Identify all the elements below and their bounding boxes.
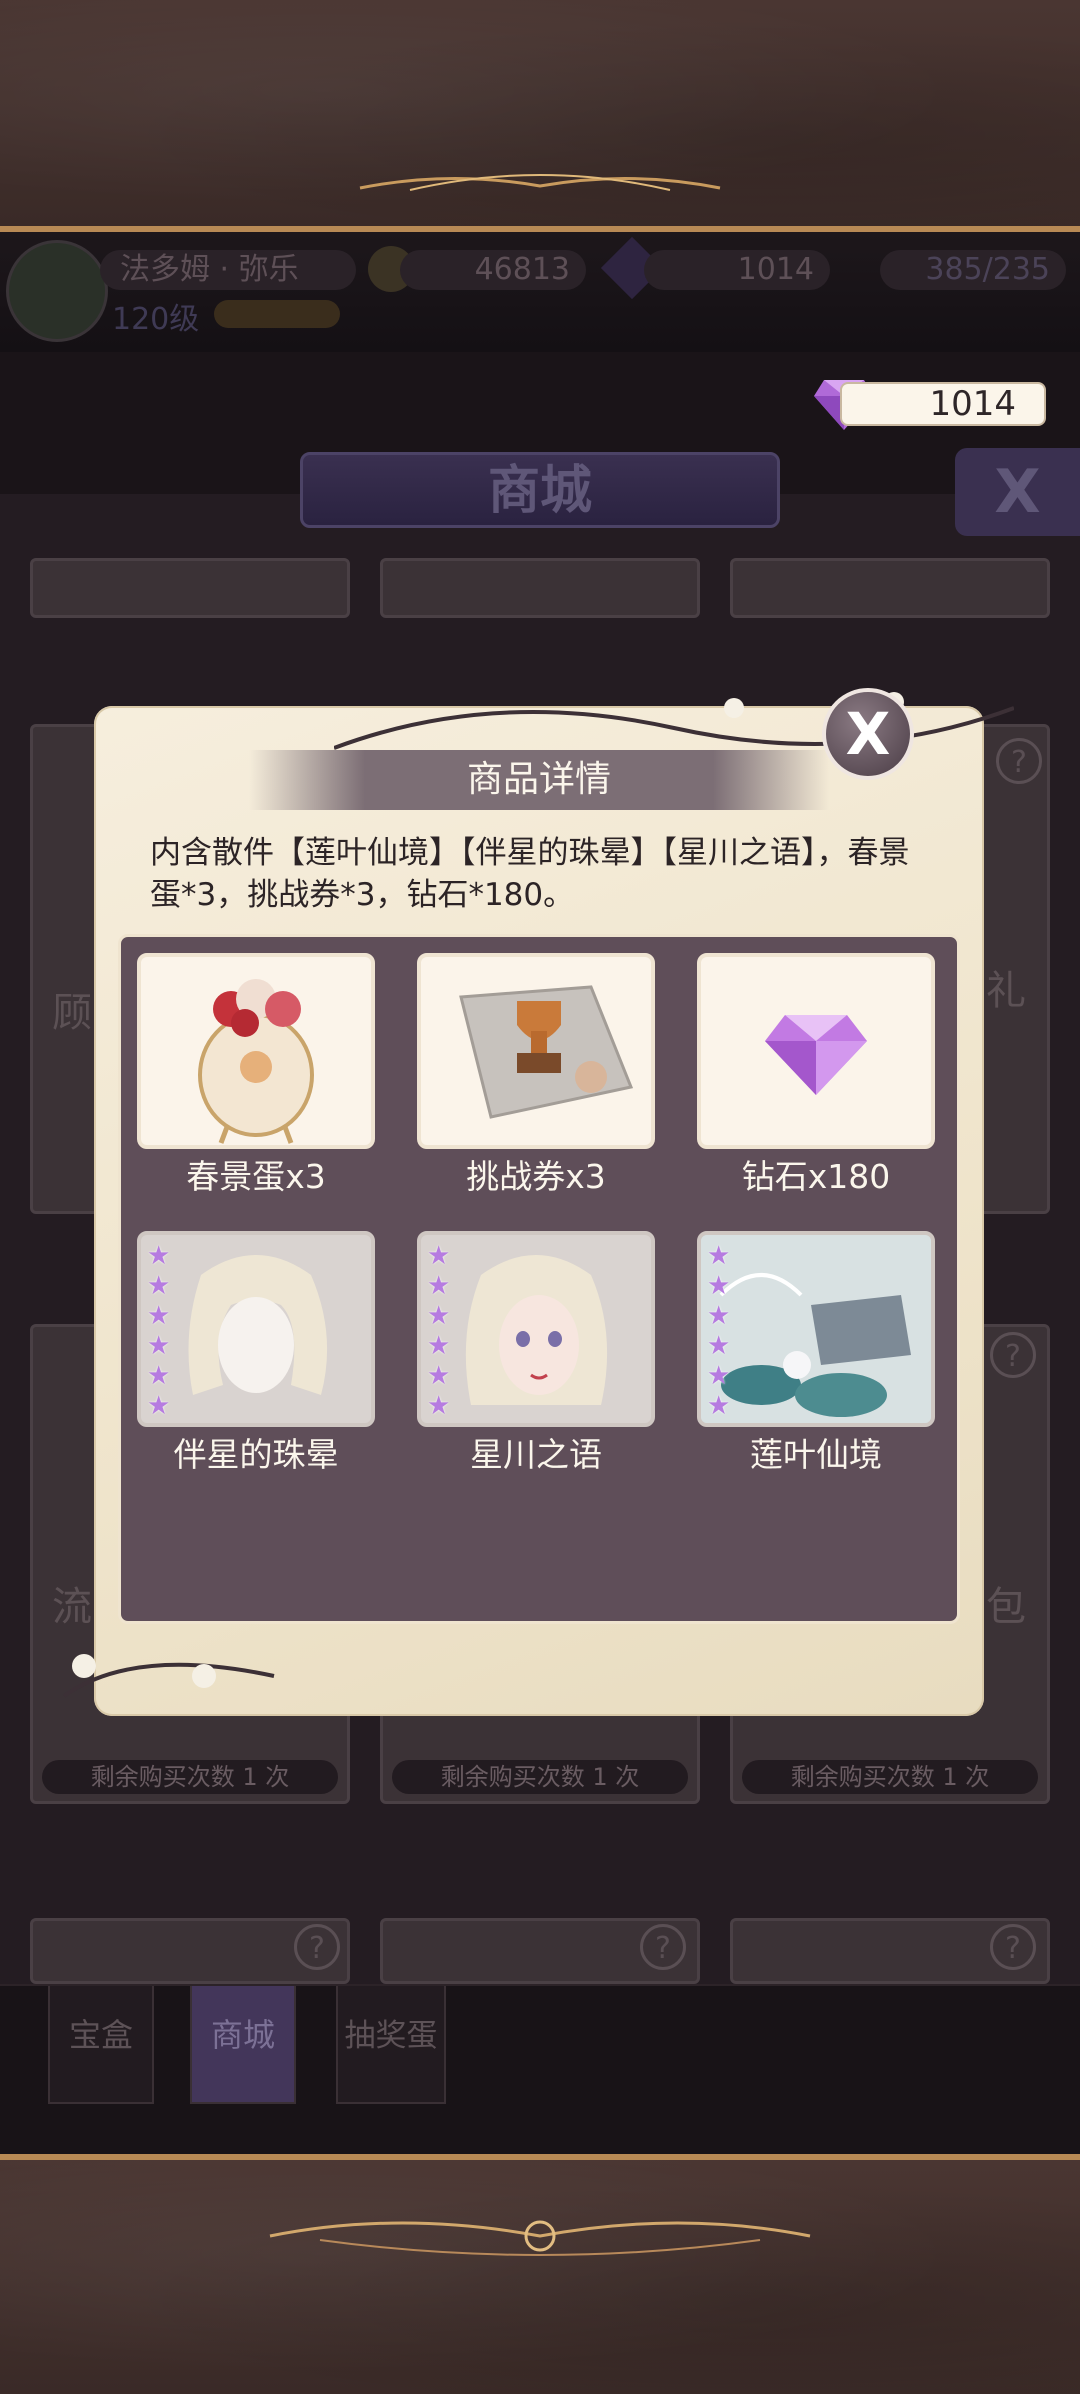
help-icon[interactable]: ?: [294, 1924, 340, 1970]
reward-label: 钻石x180: [741, 1157, 891, 1196]
shop-close-button[interactable]: X: [955, 448, 1080, 536]
card-title-partial: 顾: [52, 990, 92, 1036]
bottom-ornament-band: [0, 2154, 1080, 2394]
tab-bar: 宝盒 商城 抽奖蛋: [0, 1984, 1080, 2156]
reward-item[interactable]: 春景蛋x3: [137, 953, 375, 1197]
hair-piece-icon: ★ ★ ★ ★ ★ ★: [137, 1231, 375, 1427]
remaining-count: 剩余购买次数 1 次: [42, 1760, 338, 1794]
item-detail-popup: 商品详情 内含散件【莲叶仙境】【伴星的珠晕】【星川之语】，春景蛋*3，挑战券*3…: [62, 692, 1014, 1716]
tab-treasure-box[interactable]: 宝盒: [48, 1986, 154, 2104]
diamond-counter: 1014: [840, 382, 1046, 426]
reward-item[interactable]: ★ ★ ★ ★ ★ ★ 伴星的珠晕: [137, 1231, 375, 1475]
reward-item[interactable]: 挑战券x3: [417, 953, 655, 1197]
remaining-count: 剩余购买次数 1 次: [742, 1760, 1038, 1794]
flower-egg-icon: [137, 953, 375, 1149]
reward-item[interactable]: 钻石x180: [697, 953, 935, 1197]
shop-title: 商城: [300, 452, 780, 528]
rarity-stars: ★ ★ ★ ★ ★ ★: [427, 1241, 451, 1421]
rarity-stars: ★ ★ ★ ★ ★ ★: [707, 1241, 731, 1421]
card-title-partial: 包: [986, 1584, 1026, 1630]
portrait-icon: ★ ★ ★ ★ ★ ★: [417, 1231, 655, 1427]
help-icon[interactable]: ?: [990, 1332, 1036, 1378]
trophy-ticket-icon: [417, 953, 655, 1149]
remaining-count: 剩余购买次数 1 次: [392, 1760, 688, 1794]
player-hud: 法多姆 · 弥乐 120级 46813 1014 385/235: [0, 232, 1080, 352]
reward-label: 星川之语: [470, 1435, 602, 1474]
player-level: 120级: [112, 302, 200, 337]
popup-close-button[interactable]: X: [822, 688, 914, 780]
tab-shop[interactable]: 商城: [190, 1986, 296, 2104]
reward-label: 春景蛋x3: [186, 1157, 326, 1196]
card-title-partial: 礼: [986, 968, 1026, 1014]
lotus-scene-icon: ★ ★ ★ ★ ★ ★: [697, 1231, 935, 1427]
avatar: [6, 240, 108, 342]
popup-title: 商品详情: [249, 750, 829, 810]
gold-flourish-icon: [269, 2220, 811, 2256]
top-ornament-band: [0, 0, 1080, 232]
reward-label: 莲叶仙境: [750, 1435, 882, 1474]
player-name: 法多姆 · 弥乐: [100, 250, 356, 290]
gold-flourish-icon: [359, 174, 721, 191]
diamond-icon: [697, 953, 935, 1149]
gem-counter: 1014: [644, 250, 830, 290]
coin-counter: 46813: [400, 250, 586, 290]
reward-item[interactable]: ★ ★ ★ ★ ★ ★ 莲叶仙境: [697, 1231, 935, 1475]
reward-grid: 春景蛋x3 挑战券x3 钻石x180 ★ ★ ★ ★ ★ ★ 伴星的珠晕 ★ ★…: [118, 934, 960, 1624]
popup-description: 内含散件【莲叶仙境】【伴星的珠晕】【星川之语】，春景蛋*3，挑战券*3，钻石*1…: [150, 835, 910, 913]
reward-item[interactable]: ★ ★ ★ ★ ★ ★ 星川之语: [417, 1231, 655, 1475]
reward-label: 挑战券x3: [466, 1157, 606, 1196]
rose-ornament-icon: [62, 1654, 275, 1698]
card-title-partial: 流: [52, 1584, 92, 1630]
stamina-counter: 385/235: [880, 250, 1066, 290]
shop-card[interactable]: [730, 558, 1050, 618]
rarity-stars: ★ ★ ★ ★ ★ ★: [147, 1241, 171, 1421]
tab-lottery-egg[interactable]: 抽奖蛋: [336, 1986, 446, 2104]
help-icon[interactable]: ?: [990, 1924, 1036, 1970]
help-icon[interactable]: ?: [640, 1924, 686, 1970]
shop-card[interactable]: [30, 558, 350, 618]
vip-badge: [214, 300, 340, 328]
reward-label: 伴星的珠晕: [173, 1435, 339, 1474]
shop-card[interactable]: [380, 558, 700, 618]
